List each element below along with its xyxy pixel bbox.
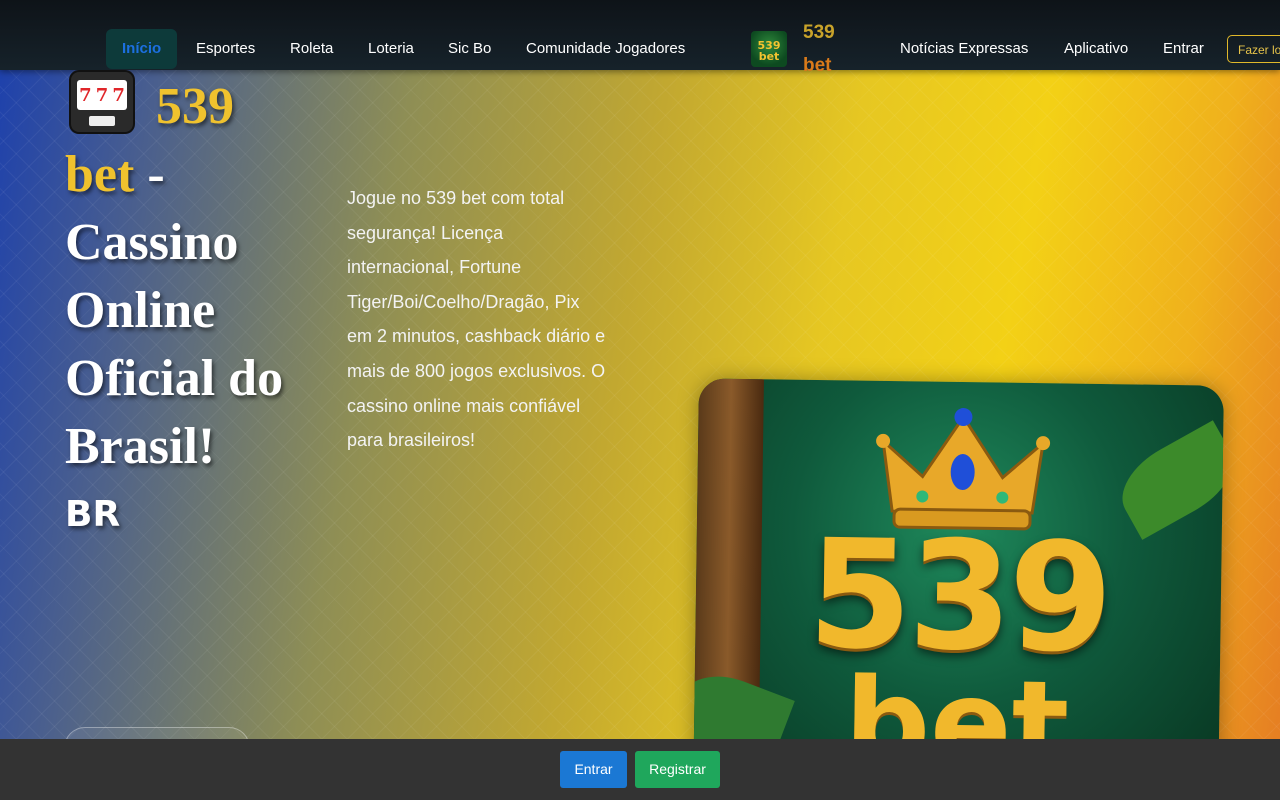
top-navigation: Início Esportes Roleta Loteria Sic Bo Co… [0,0,1280,76]
nav-item-roleta[interactable]: Roleta [290,30,333,68]
title-suffix: BR [65,494,121,535]
nav-item-noticias[interactable]: Notícias Expressas [900,30,1028,68]
bottom-action-bar: Entrar Registrar [0,739,1280,800]
hero-image-number: 539 [806,507,1111,687]
bottom-entrar-button[interactable]: Entrar [560,751,627,788]
nav-brand-number[interactable]: 539 [803,22,835,44]
nav-brand-name[interactable]: bet [803,55,832,77]
palm-leaf [1108,420,1224,540]
login-button[interactable]: Fazer login [1227,35,1280,63]
nav-item-inicio[interactable]: Início [106,29,178,69]
hero-brand-image: 539 bet [693,378,1224,800]
nav-item-entrar[interactable]: Entrar [1163,30,1204,68]
nav-logo-text-bet: bet [758,50,780,63]
nav-item-sic-bo[interactable]: Sic Bo [448,30,491,68]
nav-item-esportes[interactable]: Esportes [196,30,255,68]
hero-section: Início Esportes Roleta Loteria Sic Bo Co… [0,0,1280,800]
hero-description: Jogue no 539 bet com total segurança! Li… [347,188,606,451]
nav-item-loteria[interactable]: Loteria [368,30,414,68]
page-title: 539 bet - Cassino Online Oficial do Bras… [65,73,295,545]
nav-item-aplicativo[interactable]: Aplicativo [1064,30,1128,68]
bottom-registrar-button[interactable]: Registrar [635,751,720,788]
title-gold-number: 539 [156,78,234,135]
title-gold-bet: bet [65,146,135,203]
nav-item-comunidade[interactable]: Comunidade Jogadores [526,30,685,68]
nav-logo-image[interactable]: 539 bet [751,31,787,67]
